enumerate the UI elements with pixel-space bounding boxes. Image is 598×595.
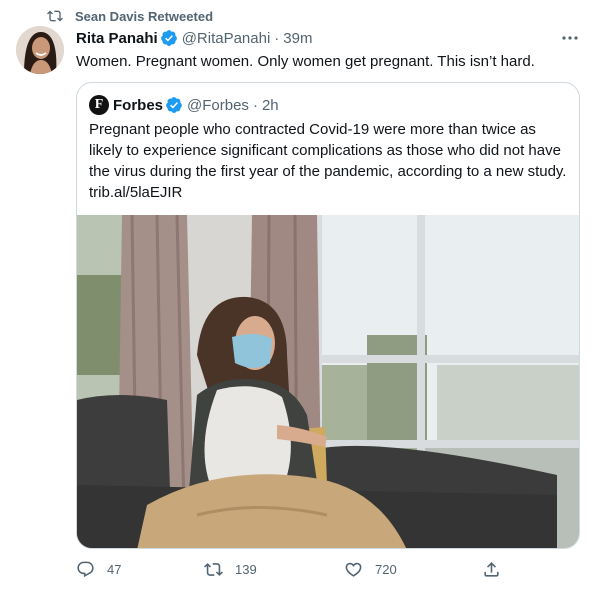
quote-author-name: Forbes <box>113 96 164 114</box>
retweet-button[interactable]: 139 <box>204 560 257 579</box>
quote-avatar: F <box>89 95 109 115</box>
reply-count: 47 <box>107 562 122 577</box>
quote-time: 2h <box>261 96 279 114</box>
action-bar: 47 139 720 <box>76 560 506 588</box>
separator: · <box>274 29 280 47</box>
like-count: 720 <box>375 562 397 577</box>
separator: · <box>252 96 258 114</box>
retweet-icon <box>47 10 63 22</box>
retweet-context[interactable]: Sean Davis Retweeted <box>47 8 213 24</box>
author-handle[interactable]: @RitaPanahi <box>182 30 271 47</box>
tweet-header: Rita Panahi @RitaPanahi · 39m <box>76 29 312 47</box>
more-icon[interactable] <box>560 30 580 46</box>
reply-icon <box>77 561 94 578</box>
quote-text: Pregnant people who contracted Covid-19 … <box>89 121 567 201</box>
verified-badge-icon <box>160 30 177 46</box>
verified-badge-icon <box>166 97 182 113</box>
quote-header: F Forbes @Forbes · 2h <box>89 95 279 115</box>
avatar[interactable] <box>16 26 64 74</box>
quote-author-handle: @Forbes <box>187 96 249 114</box>
share-icon <box>484 562 499 577</box>
reply-button[interactable]: 47 <box>76 560 121 579</box>
quote-tweet[interactable]: F Forbes @Forbes · 2h Pregnant people wh… <box>76 82 580 549</box>
tweet-text: Women. Pregnant women. Only women get pr… <box>76 53 535 70</box>
tweet-time[interactable]: 39m <box>283 30 312 47</box>
retweet-count: 139 <box>235 562 257 577</box>
retweet-label: Sean Davis Retweeted <box>75 8 214 24</box>
quote-media-image[interactable] <box>77 215 579 548</box>
retweet-icon <box>204 563 223 576</box>
share-button[interactable] <box>482 560 513 579</box>
heart-icon <box>345 562 362 577</box>
like-button[interactable]: 720 <box>344 560 397 579</box>
author-name[interactable]: Rita Panahi <box>76 30 158 47</box>
